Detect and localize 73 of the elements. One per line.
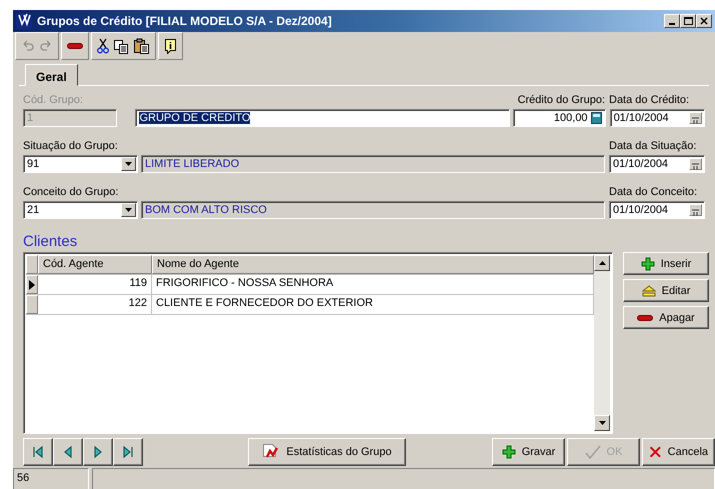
calendar-button[interactable] — [689, 112, 702, 124]
caret-down-icon — [598, 421, 606, 425]
date-field[interactable]: 01/10/2004 — [609, 201, 705, 219]
field-label: Data do Conceito: — [609, 186, 698, 198]
previous-icon — [62, 446, 74, 458]
minus-icon[interactable] — [67, 43, 83, 49]
cancel-button[interactable]: Cancela — [642, 438, 715, 466]
column-header[interactable]: Nome do Agente — [152, 255, 594, 274]
window-title: Grupos de Crédito [FILIAL MODELO S/A - Dez/2004] — [37, 14, 333, 28]
calendar-icon — [691, 209, 700, 217]
date-field[interactable]: 01/10/2004 — [610, 109, 705, 127]
caret-up-icon — [598, 261, 606, 265]
description-field: LIMITE LIBERADO — [141, 155, 605, 173]
dropdown-button[interactable] — [121, 157, 136, 171]
maximize-icon — [684, 17, 692, 25]
caret-icon — [125, 162, 132, 166]
first-button[interactable] — [23, 438, 53, 466]
calculator-icon[interactable] — [590, 112, 602, 124]
row-pointer-icon — [29, 280, 35, 290]
field-label: Cód. Grupo: — [23, 94, 84, 106]
number-field[interactable]: 100,00 — [513, 109, 606, 127]
eject-icon — [642, 284, 656, 296]
close-icon — [700, 17, 708, 25]
section-title: Clientes — [22, 232, 78, 252]
table-cell: 119 — [38, 275, 152, 294]
minus-icon — [637, 314, 654, 320]
scissors-icon[interactable] — [97, 38, 109, 54]
header-corner — [26, 255, 38, 274]
scroll-up-button[interactable] — [594, 255, 610, 271]
input-field[interactable]: GRUPO DE CREDITO — [135, 109, 510, 127]
table-cell: 122 — [38, 295, 152, 314]
first-record-icon — [32, 446, 44, 458]
save-button[interactable]: Gravar — [492, 438, 565, 466]
combo-box[interactable]: 91 — [23, 155, 138, 173]
insert-button[interactable]: Inserir — [623, 252, 709, 275]
field-label: Conceito do Grupo: — [23, 186, 120, 198]
caret-icon — [125, 208, 132, 212]
close-icon — [649, 444, 662, 460]
next-icon — [92, 446, 104, 458]
close-button[interactable] — [696, 14, 712, 28]
calendar-icon — [691, 163, 700, 171]
description-field: BOM COM ALTO RISCO — [141, 201, 605, 219]
info-icon[interactable] — [164, 38, 177, 54]
plus-icon — [640, 256, 655, 270]
delete-button[interactable]: Apagar — [623, 306, 709, 329]
previous-button[interactable] — [53, 438, 83, 466]
field-label: Crédito do Grupo: — [518, 94, 605, 106]
column-header[interactable]: Cód. Agente — [38, 255, 152, 274]
logo-icon — [16, 13, 32, 29]
field-label: Data da Situação: — [609, 140, 698, 152]
calendar-button[interactable] — [689, 204, 702, 216]
record-count: 56 — [13, 468, 89, 489]
plus-icon — [502, 445, 516, 459]
copy-icon[interactable] — [113, 38, 129, 54]
last-record-icon — [122, 446, 134, 458]
paste-icon[interactable] — [133, 38, 150, 54]
dropdown-button[interactable] — [121, 203, 136, 217]
calendar-icon — [691, 117, 700, 125]
maximize-button[interactable] — [680, 14, 696, 28]
tab[interactable]: Geral — [25, 64, 78, 86]
next-button[interactable] — [83, 438, 113, 466]
combo-box[interactable]: 21 — [23, 201, 138, 219]
last-button[interactable] — [113, 438, 143, 466]
calendar-button[interactable] — [689, 158, 702, 170]
date-field[interactable]: 01/10/2004 — [609, 155, 705, 173]
field-label: Data do Crédito: — [609, 94, 690, 106]
check-icon — [584, 445, 601, 459]
statistics-button[interactable]: Estatísticas do Grupo — [248, 438, 406, 466]
edit-button[interactable]: Editar — [623, 279, 709, 302]
row-indicator[interactable] — [26, 275, 38, 294]
minimize-button[interactable] — [664, 14, 680, 28]
scroll-down-button[interactable] — [594, 415, 610, 431]
field-label: Situação do Grupo: — [23, 140, 119, 152]
